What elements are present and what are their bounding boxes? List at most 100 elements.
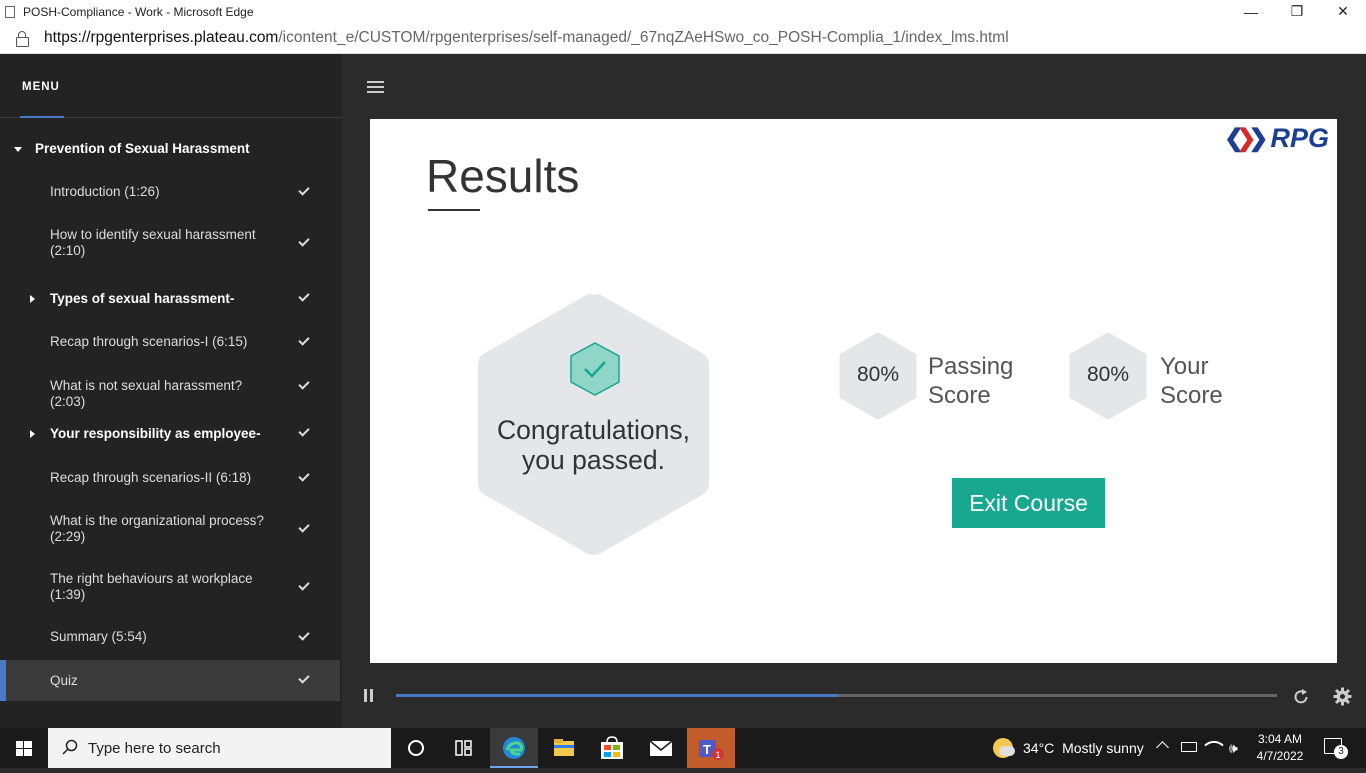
store-icon[interactable] — [588, 728, 636, 768]
section-prevention[interactable]: Prevention of Sexual Harassment — [0, 140, 342, 160]
check-icon — [298, 291, 312, 305]
nav-item-quiz[interactable]: Quiz — [0, 660, 340, 701]
logo-chevron-icon: ❮❯❯ — [1224, 124, 1268, 152]
nav-item-not-harassment[interactable]: What is not sexual harassment? (2:03) — [0, 378, 340, 409]
file-explorer-icon[interactable] — [540, 728, 588, 768]
check-icon — [298, 379, 312, 393]
weather-text: Mostly sunny — [1062, 740, 1144, 756]
weather-widget[interactable]: 34°C Mostly sunny — [993, 728, 1144, 768]
url-path: /icontent_e/CUSTOM/rpgenterprises/self-m… — [278, 29, 1009, 46]
passing-score-label: Passing Score — [928, 353, 1014, 409]
task-view-icon[interactable] — [440, 728, 488, 768]
url-host: https://rpgenterprises.plateau.com — [44, 29, 279, 46]
menu-header: MENU — [0, 54, 342, 118]
restore-button[interactable]: ❐ — [1274, 0, 1320, 23]
passing-score-hex: 80% — [839, 332, 917, 420]
title-underline — [428, 209, 480, 211]
logo-text: RPG — [1270, 122, 1329, 153]
clock-date: 4/7/2022 — [1256, 749, 1304, 763]
teams-icon[interactable]: T1 — [687, 728, 735, 768]
caret-down-icon — [14, 147, 22, 152]
speaker-icon[interactable]: 🕪 — [1229, 740, 1238, 757]
check-icon — [298, 426, 312, 440]
notification-count: 3 — [1334, 745, 1348, 759]
your-score-hex: 80% — [1069, 332, 1147, 420]
clock-time: 3:04 AM — [1257, 732, 1303, 746]
nav-item-summary[interactable]: Summary (5:54) — [0, 629, 340, 645]
nav-item-label: The right behaviours at workplace (1:39) — [50, 571, 253, 602]
minimize-button[interactable]: — — [1228, 0, 1274, 23]
teams-badge: 1 — [716, 750, 721, 760]
nav-item-recap-1[interactable]: Recap through scenarios-I (6:15) — [0, 334, 340, 350]
nav-item-label: Recap through scenarios-I (6:15) — [50, 334, 248, 349]
search-placeholder: Type here to search — [88, 739, 221, 757]
close-button[interactable]: ✕ — [1320, 0, 1366, 23]
chevron-up-icon[interactable] — [1156, 741, 1169, 754]
nav-item-right-behaviours[interactable]: The right behaviours at workplace (1:39) — [0, 571, 340, 603]
nav-item-label: Types of sexual harassment- — [50, 291, 235, 306]
nav-item-label: What is the organizational process? (2:2… — [50, 513, 264, 544]
caret-right-icon — [30, 295, 35, 303]
taskbar: Type here to search T1 34°C Mostly sunny… — [0, 728, 1366, 768]
slide-canvas: ❮❯❯ RPG Results Congratulations, you pas… — [370, 119, 1337, 663]
check-icon — [298, 522, 312, 536]
nav-item-label: Quiz — [50, 673, 78, 688]
check-icon — [298, 630, 312, 644]
mail-icon[interactable] — [637, 728, 685, 768]
progress-bar[interactable] — [396, 694, 1277, 697]
pause-icon[interactable] — [364, 689, 376, 703]
progress-fill — [396, 694, 837, 697]
lock-icon[interactable] — [16, 31, 29, 47]
nav-item-label: What is not sexual harassment? (2:03) — [50, 378, 243, 409]
check-icon — [298, 335, 312, 349]
nav-item-label: How to identify sexual harassment (2:10) — [50, 227, 256, 258]
congrats-message: Congratulations, you passed. — [497, 415, 690, 475]
nav-item-types[interactable]: Types of sexual harassment- — [0, 291, 340, 307]
cortana-icon[interactable] — [392, 728, 440, 768]
page-title: Results — [426, 150, 580, 202]
window-title-bar: POSH-Compliance - Work - Microsoft Edge … — [0, 0, 1366, 23]
your-score-value: 80% — [1086, 363, 1130, 386]
active-indicator — [0, 660, 6, 701]
battery-icon[interactable] — [1181, 742, 1197, 752]
menu-label: MENU — [22, 81, 60, 93]
check-icon — [298, 471, 312, 485]
nav-item-label: Recap through scenarios-II (6:18) — [50, 470, 252, 485]
exit-course-button[interactable]: Exit Course — [952, 478, 1105, 528]
rpg-logo: ❮❯❯ RPG — [1224, 122, 1329, 153]
hamburger-menu-icon[interactable] — [367, 81, 385, 94]
passing-score-value: 80% — [856, 363, 900, 386]
taskbar-search-input[interactable]: Type here to search — [48, 728, 391, 768]
caret-right-icon — [30, 430, 35, 438]
weather-sun-icon — [993, 738, 1015, 758]
section-title: Prevention of Sexual Harassment — [35, 141, 250, 156]
check-icon — [298, 673, 312, 687]
nav-item-label: Introduction (1:26) — [50, 184, 160, 199]
svg-text:T: T — [703, 742, 711, 757]
check-icon — [298, 185, 312, 199]
windows-start-icon[interactable] — [0, 728, 48, 768]
nav-item-responsibility[interactable]: Your responsibility as employee- — [0, 426, 340, 442]
nav-item-label: Your responsibility as employee- — [50, 426, 261, 441]
window-title: POSH-Compliance - Work - Microsoft Edge — [23, 4, 254, 19]
your-score-label: Your Score — [1160, 353, 1223, 409]
menu-underline — [20, 116, 64, 118]
nav-item-introduction[interactable]: Introduction (1:26) — [0, 184, 340, 200]
search-icon — [62, 739, 78, 755]
replay-icon[interactable] — [1292, 688, 1310, 706]
check-badge-icon — [569, 342, 621, 396]
course-menu: MENU Prevention of Sexual Harassment Int… — [0, 54, 342, 728]
gear-icon[interactable] — [1333, 687, 1352, 706]
clock[interactable]: 3:04 AM 4/7/2022 — [1250, 731, 1310, 765]
nav-item-recap-2[interactable]: Recap through scenarios-II (6:18) — [0, 470, 340, 486]
nav-item-label: Summary (5:54) — [50, 629, 147, 644]
url-text[interactable]: https://rpgenterprises.plateau.com/icont… — [44, 29, 1009, 47]
notifications-icon[interactable]: 3 — [1324, 738, 1348, 759]
address-bar[interactable]: https://rpgenterprises.plateau.com/icont… — [0, 23, 1366, 54]
wifi-icon[interactable] — [1204, 735, 1224, 755]
nav-item-identify[interactable]: How to identify sexual harassment (2:10) — [0, 227, 340, 259]
edge-icon[interactable] — [490, 728, 538, 768]
check-icon — [298, 580, 312, 594]
nav-item-org-process[interactable]: What is the organizational process? (2:2… — [0, 513, 340, 545]
weather-temp: 34°C — [1023, 740, 1055, 756]
